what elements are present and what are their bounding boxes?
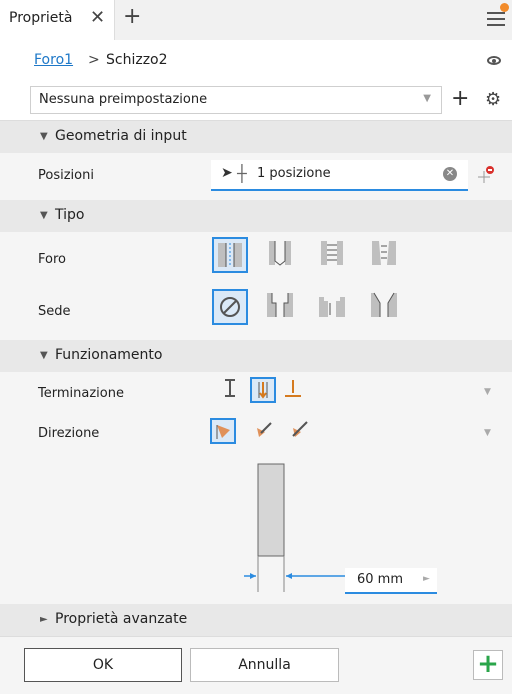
seat-none-button[interactable] — [212, 289, 248, 325]
section-geometry-title: Geometria di input — [55, 128, 187, 144]
seat-countersink-button[interactable] — [368, 289, 404, 325]
eye-icon[interactable] — [487, 56, 501, 65]
expand-arrow-icon: ► — [40, 614, 48, 625]
tab-properties-label: Proprietà — [9, 10, 73, 26]
tapped-hole-icon — [321, 241, 343, 265]
collapse-arrow-icon: ▼ — [40, 210, 48, 221]
section-advanced[interactable]: ► Proprietà avanzate — [0, 604, 512, 636]
positions-field[interactable]: ➤ ┼ 1 posizione ✕ — [211, 160, 468, 191]
direction-flipped-button[interactable] — [253, 418, 279, 444]
cancel-button[interactable]: Annulla — [190, 648, 339, 682]
diameter-field[interactable]: 60 mm ► — [345, 568, 437, 594]
termination-distance-button[interactable] — [219, 377, 245, 403]
add-tab-icon[interactable]: + — [123, 6, 141, 28]
to-face-icon — [285, 380, 301, 397]
section-advanced-title: Proprietà avanzate — [55, 611, 188, 627]
add-preset-icon[interactable]: + — [451, 86, 469, 111]
menu-icon[interactable] — [487, 12, 505, 26]
spotface-icon — [319, 297, 345, 317]
tab-bar: Proprietà ✕ + — [0, 0, 512, 41]
type-rows: Foro Sede — [0, 232, 512, 340]
preset-select[interactable]: Nessuna preimpostazione ▼ — [30, 86, 442, 114]
chevron-down-icon: ▼ — [423, 93, 431, 104]
section-behavior[interactable]: ▼ Funzionamento — [0, 340, 512, 372]
distance-icon — [225, 379, 235, 397]
cursor-icon: ➤ — [221, 165, 233, 181]
chevron-down-icon[interactable]: ▼ — [484, 428, 491, 438]
hole-preview — [244, 463, 345, 592]
direction-symmetric-button[interactable] — [289, 418, 315, 444]
countersink-icon — [371, 292, 397, 317]
direction-default-icon — [216, 425, 230, 439]
direction-default-button[interactable] — [210, 418, 236, 444]
termination-through-button[interactable] — [250, 377, 276, 403]
seat-counterbore-button[interactable] — [264, 289, 300, 325]
tab-properties[interactable]: Proprietà ✕ — [0, 0, 115, 40]
section-type[interactable]: ▼ Tipo — [0, 200, 512, 232]
collapse-arrow-icon: ▼ — [40, 131, 48, 142]
hole-clearance-button[interactable] — [264, 237, 300, 273]
direction-symmetric-icon — [292, 421, 308, 437]
clearance-hole-icon — [269, 241, 291, 266]
diameter-value: 60 mm — [357, 572, 404, 587]
section-geometry[interactable]: ▼ Geometria di input — [0, 121, 512, 153]
simple-hole-icon — [218, 243, 242, 267]
taper-hole-icon — [372, 241, 396, 265]
chevron-right-icon: ► — [423, 574, 430, 584]
termination-label: Terminazione — [38, 386, 124, 401]
positions-label: Posizioni — [38, 168, 94, 183]
termination-to-button[interactable] — [282, 377, 308, 403]
none-icon — [220, 297, 240, 317]
chevron-down-icon[interactable]: ▼ — [484, 387, 491, 397]
breadcrumb: Foro1 > Schizzo2 — [0, 40, 512, 82]
counterbore-icon — [267, 293, 293, 317]
clear-icon[interactable]: ✕ — [443, 167, 457, 181]
breadcrumb-sketch[interactable]: Schizzo2 — [106, 52, 168, 68]
seat-spotface-button[interactable] — [316, 289, 352, 325]
hole-simple-button[interactable] — [212, 237, 248, 273]
gear-icon[interactable]: ⚙ — [485, 89, 501, 110]
collapse-arrow-icon: ▼ — [40, 350, 48, 361]
positions-value: 1 posizione — [257, 166, 331, 181]
hole-taper-button[interactable] — [368, 237, 404, 273]
breadcrumb-hole[interactable]: Foro1 — [34, 52, 73, 68]
direction-flipped-icon — [257, 422, 272, 437]
hole-tapped-button[interactable] — [316, 237, 352, 273]
notification-dot — [500, 3, 509, 12]
direction-label: Direzione — [38, 426, 100, 441]
close-icon[interactable]: ✕ — [90, 7, 105, 28]
apply-add-button[interactable]: + — [473, 650, 503, 680]
hole-label: Foro — [38, 252, 66, 267]
through-all-icon — [258, 382, 268, 399]
preset-row: Nessuna preimpostazione ▼ + ⚙ — [0, 82, 512, 121]
ok-button[interactable]: OK — [24, 648, 182, 682]
pin-icon[interactable] — [476, 164, 496, 184]
crosshair-icon: ┼ — [237, 164, 247, 183]
section-behavior-title: Funzionamento — [55, 347, 163, 363]
preset-value: Nessuna preimpostazione — [39, 92, 208, 107]
section-type-title: Tipo — [55, 207, 85, 223]
seat-label: Sede — [38, 304, 71, 319]
breadcrumb-separator: > — [88, 52, 100, 68]
